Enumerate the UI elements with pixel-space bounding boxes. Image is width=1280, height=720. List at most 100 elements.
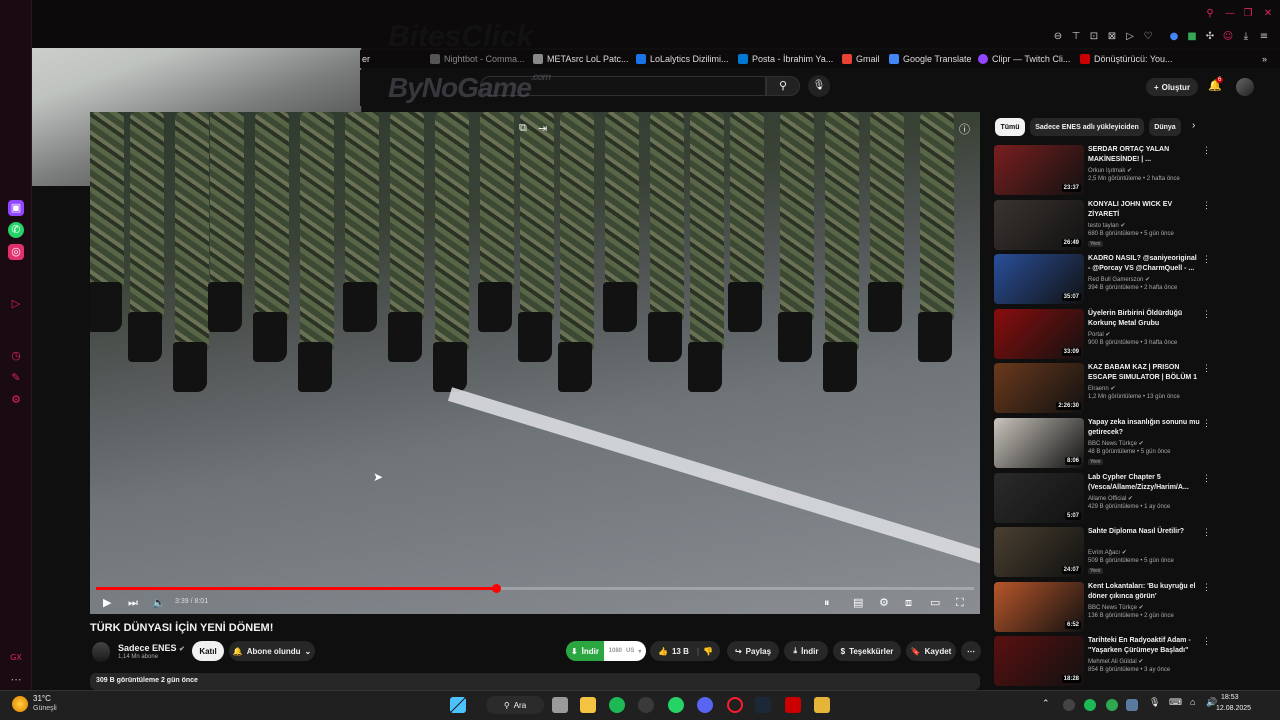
like-button[interactable]: 👍 13 B | 👎 <box>650 641 720 661</box>
chevron-right-icon[interactable]: › <box>1192 120 1195 131</box>
play-icon[interactable]: ▶ <box>103 596 111 609</box>
shield-icon[interactable]: ⊠ <box>1106 31 1118 43</box>
steam-icon[interactable] <box>755 697 771 713</box>
bookmarks-overflow-icon[interactable]: » <box>1262 54 1267 64</box>
chip-all[interactable]: Tümü <box>995 118 1025 136</box>
recommendation-channel[interactable]: Allame Official ✔ <box>1088 495 1133 502</box>
minimize-icon[interactable]: — <box>1224 8 1236 20</box>
description-box[interactable]: 309 B görüntüleme 2 gün önce <box>90 673 980 690</box>
recommendation-thumbnail[interactable]: 18:28 <box>994 636 1084 687</box>
windows-start-icon[interactable] <box>450 697 466 713</box>
cast-icon[interactable]: ⇥ <box>538 122 547 135</box>
miniplayer-icon[interactable]: ⧉ <box>519 122 527 135</box>
ext-icon[interactable]: ■ <box>1186 31 1198 43</box>
more-vert-icon[interactable]: ⋮ <box>1202 527 1211 538</box>
puzzle-icon[interactable]: ✣ <box>1204 31 1216 43</box>
video-player[interactable] <box>90 112 980 614</box>
recommendation-title[interactable]: Kent Lokantaları: 'Bu kuyruğu el döner ç… <box>1088 582 1200 602</box>
recommendation-thumbnail[interactable]: 24:07 <box>994 527 1084 578</box>
recommendation-title[interactable]: Sahte Diploma Nasıl Üretilir? <box>1088 527 1200 537</box>
thanks-button[interactable]: $ Teşekkürler <box>833 641 901 661</box>
weather-temperature[interactable]: 31°C <box>33 694 51 703</box>
bookmark-item[interactable]: Nightbot - Comma... <box>430 54 525 64</box>
chip-uploader[interactable]: Sadece ENES adlı yükleyiciden <box>1030 118 1144 136</box>
bookmark-item[interactable]: LoLalytics Dizilimi... <box>636 54 729 64</box>
download-button[interactable]: ⤓ İndir <box>784 641 828 661</box>
quality-select[interactable]: 1080 US ▾ <box>604 641 646 661</box>
file-explorer-icon[interactable] <box>580 697 596 713</box>
history-icon[interactable]: ◷ <box>8 348 24 364</box>
more-vert-icon[interactable]: ⋮ <box>1202 582 1211 593</box>
recommendation-thumbnail[interactable]: 35:07 <box>994 254 1084 305</box>
more-vert-icon[interactable]: ⋮ <box>1202 363 1211 374</box>
info-icon[interactable]: ⓘ <box>959 121 970 137</box>
bookmark-prefix[interactable]: er <box>362 54 370 64</box>
account-avatar[interactable] <box>1236 78 1254 96</box>
subscribed-button[interactable]: 🔔 Abone olundu ⌄ <box>229 641 315 661</box>
recommendation-channel[interactable]: Evrim Ağacı ✔ <box>1088 549 1127 556</box>
recommendation-item[interactable]: 35:07 KADRO NASIL? @saniyeoriginal - @Po… <box>994 254 1214 306</box>
save-button[interactable]: 🔖 Kaydet <box>906 641 956 661</box>
more-actions-icon[interactable]: ⋯ <box>961 641 981 661</box>
app-icon[interactable] <box>814 697 830 713</box>
recommendation-item[interactable]: 23:37 SERDAR ORTAÇ YALAN MAKİNESİNDE! | … <box>994 145 1214 197</box>
profile-icon[interactable]: ☺ <box>1222 31 1234 43</box>
more-vert-icon[interactable]: ⋮ <box>1202 309 1211 320</box>
close-icon[interactable]: ✕ <box>1262 8 1274 20</box>
recommendation-item[interactable]: 2:26:30 KAZ BABAM KAZ | PRISON ESCAPE SI… <box>994 363 1214 415</box>
mic-icon[interactable]: 🎙 <box>808 75 830 97</box>
share-button[interactable]: ↪ Paylaş <box>727 641 779 661</box>
player-icon[interactable]: ▷ <box>8 296 24 312</box>
gx-icon[interactable]: GX <box>8 650 24 666</box>
clock-app-icon[interactable] <box>638 697 654 713</box>
recommendation-title[interactable]: Tarihteki En Radyoaktif Adam - "Yaşarken… <box>1088 636 1200 656</box>
maximize-icon[interactable]: ❐ <box>1242 8 1254 20</box>
clock-time[interactable]: 18:53 <box>1221 694 1239 701</box>
recommendation-thumbnail[interactable]: 26:49 <box>994 199 1084 250</box>
taskbar-search[interactable]: ⚲ Ara <box>486 696 544 714</box>
settings-gear-icon[interactable]: ⚙ <box>879 596 889 609</box>
more-icon[interactable]: ⋯ <box>8 672 24 688</box>
channel-name[interactable]: Sadece ENES ✔ <box>118 643 185 653</box>
next-icon[interactable]: ⏭ <box>128 596 138 610</box>
recommendation-item[interactable]: 5:07 Lab Cypher Chapter 5 (Vesca/Allame/… <box>994 472 1214 525</box>
bookmark-item[interactable]: METAsrc LoL Patc... <box>533 54 629 64</box>
bookmark-item[interactable]: Posta - İbrahim Ya... <box>738 54 833 64</box>
tray-steam-icon[interactable] <box>1126 699 1138 711</box>
bookmark-item[interactable]: Dönüştürücü: You... <box>1080 54 1173 64</box>
recommendation-title[interactable]: Yapay zeka insanlığın sonunu mu getirece… <box>1088 418 1200 438</box>
whatsapp-icon[interactable]: ✆ <box>8 222 24 238</box>
recommendation-channel[interactable]: BBC News Türkçe ✔ <box>1088 440 1144 447</box>
recommendation-item[interactable]: 6:52 Kent Lokantaları: 'Bu kuyruğu el dö… <box>994 581 1214 634</box>
download-icon[interactable]: ⤓ <box>1240 31 1252 43</box>
recommendation-channel[interactable]: Mehmet Ali Güldal ✔ <box>1088 658 1143 665</box>
recommendation-thumbnail[interactable]: 2:26:30 <box>994 363 1084 414</box>
more-vert-icon[interactable]: ⋮ <box>1202 254 1211 265</box>
extensions-icon[interactable]: ✎ <box>8 370 24 386</box>
recommendation-item[interactable]: 18:28 Tarihteki En Radyoaktif Adam - "Ya… <box>994 636 1214 688</box>
weather-description[interactable]: Güneşli <box>33 705 57 712</box>
recommendation-thumbnail[interactable]: 5:07 <box>994 472 1084 523</box>
recommendation-channel[interactable]: BBC News Türkçe ✔ <box>1088 604 1144 611</box>
more-vert-icon[interactable]: ⋮ <box>1202 473 1211 484</box>
recommendation-title[interactable]: SERDAR ORTAÇ YALAN MAKİNESİNDE! | ... <box>1088 145 1200 165</box>
task-view-icon[interactable] <box>552 697 568 713</box>
recommendation-title[interactable]: KADRO NASIL? @saniyeoriginal - @Porcay V… <box>1088 254 1200 274</box>
volume-icon[interactable]: 🔈 <box>152 596 166 609</box>
recommendation-channel[interactable]: Elraenn ✔ <box>1088 385 1115 392</box>
join-button[interactable]: Katıl <box>192 641 224 661</box>
recommendation-title[interactable]: Üyelerin Birbirini Öldürdüğü Korkunç Met… <box>1088 309 1200 329</box>
more-vert-icon[interactable]: ⋮ <box>1202 200 1211 211</box>
tray-app-icon[interactable] <box>1063 699 1075 711</box>
bookmark-item[interactable]: Clipr — Twitch Cli... <box>978 54 1070 64</box>
settings-icon[interactable]: ⚙ <box>8 392 24 408</box>
chrome-ext-icon[interactable]: ● <box>1168 31 1180 43</box>
tray-mic-icon[interactable]: 🎙 <box>1149 697 1160 708</box>
channel-avatar[interactable] <box>92 642 110 662</box>
recommendation-item[interactable]: 8:06 Yapay zeka insanlığın sonunu mu get… <box>994 418 1214 470</box>
subtitles-icon[interactable]: ▤ <box>853 596 863 609</box>
recommendation-item[interactable]: 33:09 Üyelerin Birbirini Öldürdüğü Korku… <box>994 308 1214 361</box>
tray-chevron-up-icon[interactable]: ⌃ <box>1042 698 1050 709</box>
search-tab-icon[interactable]: ⚲ <box>1204 8 1216 20</box>
recommendation-title[interactable]: KAZ BABAM KAZ | PRISON ESCAPE SIMULATOR … <box>1088 363 1200 383</box>
